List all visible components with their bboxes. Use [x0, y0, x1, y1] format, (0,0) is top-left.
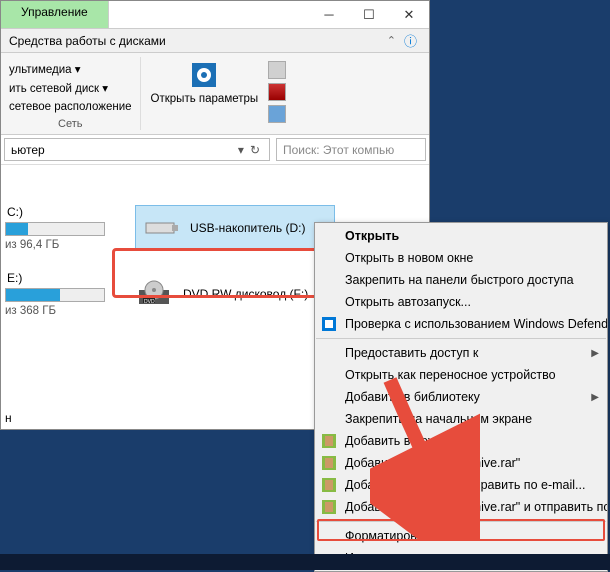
ribbon-tab-manage[interactable]: Управление	[1, 1, 109, 28]
drive-e-free: из 368 ГБ	[5, 305, 105, 317]
ctx-add-archive[interactable]: Добавить в архив...	[315, 430, 607, 452]
ribbon-item-multimedia[interactable]: ультимедиа ▾	[9, 61, 132, 77]
maximize-button[interactable]: ☐	[349, 1, 389, 28]
dvd-drive-icon: DVD	[135, 279, 175, 309]
minimize-button[interactable]: ─	[309, 1, 349, 28]
drive-e[interactable]: E:) из 368 ГБ	[5, 271, 105, 317]
ribbon-group-label-network: Сеть	[5, 118, 136, 130]
address-bar: ьютер ▾ ↻ Поиск: Этот компью	[1, 135, 429, 165]
ctx-archive-email[interactable]: Добавить в архив и отправить по e-mail..…	[315, 474, 607, 496]
ctx-pin-quick-access[interactable]: Закрепить на панели быстрого доступа	[315, 269, 607, 291]
drive-c-label: C:)	[5, 205, 105, 219]
drive-e-bar	[5, 288, 105, 302]
winrar-icon	[321, 499, 337, 515]
usb-drive-icon	[142, 213, 182, 243]
drive-c-free: из 96,4 ГБ	[5, 239, 105, 251]
drive-dvd-label: DVD RW дисковод (F:)	[183, 287, 308, 301]
ctx-archive-rar-email[interactable]: Добавить в архив "Archive.rar" и отправи…	[315, 496, 607, 518]
drive-c[interactable]: C:) из 96,4 ГБ	[5, 205, 105, 251]
path-input[interactable]: ьютер ▾ ↻	[4, 138, 270, 161]
drive-dvd[interactable]: DVD DVD RW дисковод (F:)	[135, 271, 335, 317]
ribbon-mini-icons	[264, 57, 290, 127]
mini-icon-3[interactable]	[268, 105, 286, 123]
winrar-icon	[321, 477, 337, 493]
path-text: ьютер	[11, 143, 45, 157]
drive-e-label: E:)	[5, 271, 105, 285]
submenu-arrow-icon: ▶	[591, 348, 599, 359]
drive-c-bar	[5, 222, 105, 236]
content-footer: н	[5, 411, 12, 425]
ribbon-item-map-drive[interactable]: ить сетевой диск ▾	[9, 80, 132, 96]
ctx-open-new-window[interactable]: Открыть в новом окне	[315, 247, 607, 269]
ribbon-subtitle-bar: Средства работы с дисками ⌃ ⓘ	[1, 29, 429, 53]
ctx-open[interactable]: Открыть	[315, 225, 607, 247]
search-placeholder: Поиск: Этот компью	[283, 143, 394, 157]
winrar-icon	[321, 455, 337, 471]
titlebar: Управление ─ ☐ ✕	[1, 1, 429, 29]
drive-usb-label: USB-накопитель (D:)	[190, 221, 305, 235]
svg-text:DVD: DVD	[144, 299, 155, 305]
ctx-open-portable[interactable]: Открыть как переносное устройство	[315, 364, 607, 386]
ctx-pin-start[interactable]: Закрепить на начальном экране	[315, 408, 607, 430]
ctx-separator	[316, 338, 606, 339]
open-settings-label: Открыть параметры	[151, 93, 259, 106]
mini-icon-2[interactable]	[268, 83, 286, 101]
ctx-add-archive-rar[interactable]: Добавить в архив "Archive.rar"	[315, 452, 607, 474]
ribbon-item-network-location[interactable]: сетевое расположение	[9, 100, 132, 114]
search-input[interactable]: Поиск: Этот компью	[276, 138, 426, 161]
taskbar[interactable]	[0, 554, 610, 570]
open-settings-button[interactable]: Открыть параметры	[145, 57, 265, 127]
ribbon-group-network: ультимедиа ▾ ить сетевой диск ▾ сетевое …	[1, 57, 141, 130]
ctx-separator	[316, 521, 606, 522]
winrar-icon	[321, 433, 337, 449]
path-dropdown-icon[interactable]: ▾	[235, 143, 247, 157]
help-icon[interactable]: ⓘ	[400, 31, 421, 50]
ribbon-collapse-icon[interactable]: ⌃	[383, 34, 400, 47]
submenu-arrow-icon: ▶	[591, 392, 599, 403]
ctx-share-access[interactable]: Предоставить доступ к▶	[315, 342, 607, 364]
defender-icon	[321, 316, 337, 332]
ribbon-subtitle: Средства работы с дисками	[9, 34, 166, 48]
close-button[interactable]: ✕	[389, 1, 429, 28]
refresh-icon[interactable]: ↻	[247, 143, 263, 157]
ribbon-group-params: Открыть параметры	[141, 57, 295, 130]
ctx-add-library[interactable]: Добавить в библиотеку▶	[315, 386, 607, 408]
ctx-format[interactable]: Форматировать...	[315, 525, 607, 547]
mini-icon-1[interactable]	[268, 61, 286, 79]
context-menu: Открыть Открыть в новом окне Закрепить н…	[314, 222, 608, 572]
drive-usb[interactable]: USB-накопитель (D:)	[135, 205, 335, 251]
ctx-windows-defender[interactable]: Проверка с использованием Windows Defend…	[315, 313, 607, 335]
ctx-open-autoplay[interactable]: Открыть автозапуск...	[315, 291, 607, 313]
ribbon: ультимедиа ▾ ить сетевой диск ▾ сетевое …	[1, 53, 429, 135]
gear-icon	[188, 59, 220, 91]
